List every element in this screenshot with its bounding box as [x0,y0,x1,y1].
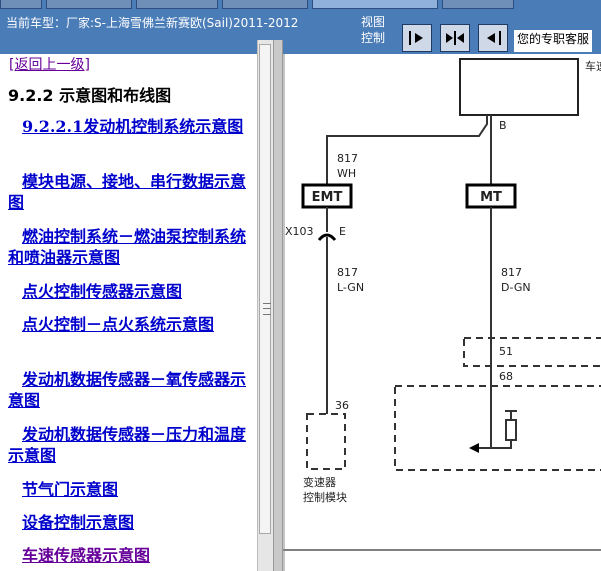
nav-link-ignition-sensor[interactable]: 点火控制传感器示意图 [8,281,248,302]
back-link[interactable]: [返回上一级] [9,54,90,74]
connector-pin: E [339,225,346,238]
left-wire-color-2: L-GN [337,281,364,294]
nav-link-ignition-system[interactable]: 点火控制－点火系统示意图 [8,314,248,335]
left-wire-number-2: 817 [337,266,358,279]
split-arrows-icon [446,31,464,45]
dashed-connector-box [463,337,601,367]
connector-label: X103 [285,225,314,238]
current-car-label: 当前车型：厂家:S-上海雪佛兰新赛欧(Sail)2011-2012 [6,16,299,30]
tcm-label-line2: 控制模块 [303,490,347,504]
top-tab[interactable] [312,0,438,9]
mt-label: MT [480,190,502,205]
right-wire-number: 817 [501,266,522,279]
nav-link-device-control[interactable]: 设备控制示意图 [8,512,248,533]
tcm-label-line1: 变速器 [303,475,336,489]
header-bar: 当前车型：厂家:S-上海雪佛兰新赛欧(Sail)2011-2012 视图控制 您… [0,0,601,54]
top-pin-label: B [499,119,507,132]
top-tab[interactable] [136,0,218,9]
service-link[interactable]: 您的专职客服 [514,30,593,52]
nav-link-vehicle-speed[interactable]: 车速传感器示意图 [8,545,248,566]
grip-icon [263,303,271,315]
pin-68-label: 68 [499,370,513,383]
arrow-left-bar-icon [487,31,501,45]
top-tab[interactable] [222,0,308,9]
expand-right-button[interactable] [402,24,432,52]
nav-link-fuel-control[interactable]: 燃油控制系统－燃油泵控制系统和喷油器示意图 [8,226,248,268]
signal-arrow-icon [469,443,479,453]
nav-scrollbar[interactable] [257,40,273,571]
top-tab[interactable] [442,0,514,9]
view-control-label: 视图控制 [361,15,386,45]
left-wire-color: WH [337,167,356,180]
pin-36-label: 36 [335,399,349,412]
section-title: 9.2.2 示意图和布线图 [8,86,172,105]
nav-link-throttle[interactable]: 节气门示意图 [8,479,248,500]
right-wire-color: D-GN [501,281,531,294]
arrow-right-bar-icon [409,31,423,45]
nav-link-engine-control[interactable]: 9.2.2.1发动机控制系统示意图 [8,116,248,137]
wiring-diagram: 车速传感器 B 817 WH EMT MT X103 E 817 L-GN 81… [283,54,601,571]
speed-sensor-box [459,58,579,116]
top-module-label: 车速传感器 [585,59,601,73]
tcm-box [306,413,346,470]
resistor-lead-bottom [491,440,512,449]
top-tab[interactable] [0,0,42,9]
dashed-module-box [394,385,601,471]
top-tab-strip [0,0,601,9]
resistor-symbol [505,419,517,441]
nav-link-pressure-temp[interactable]: 发动机数据传感器－压力和温度示意图 [8,424,248,466]
nav-link-o2-sensor[interactable]: 发动机数据传感器－氧传感器示意图 [8,369,248,411]
pin-51-label: 51 [499,345,513,358]
expand-left-button[interactable] [478,24,508,52]
diagram-svg: 车速传感器 B 817 WH EMT MT X103 E 817 L-GN 81… [283,54,601,571]
split-view-button[interactable] [440,24,470,52]
scrollbar-thumb[interactable] [259,44,271,534]
left-wire-number: 817 [337,152,358,165]
nav-pane: [返回上一级] 9.2.2 示意图和布线图 9.2.2.1发动机控制系统示意图 … [0,54,257,571]
pane-divider[interactable] [273,40,283,571]
nav-link-module-power[interactable]: 模块电源、接地、串行数据示意图 [8,171,248,213]
emt-label: EMT [312,190,343,205]
top-tab[interactable] [46,0,132,9]
